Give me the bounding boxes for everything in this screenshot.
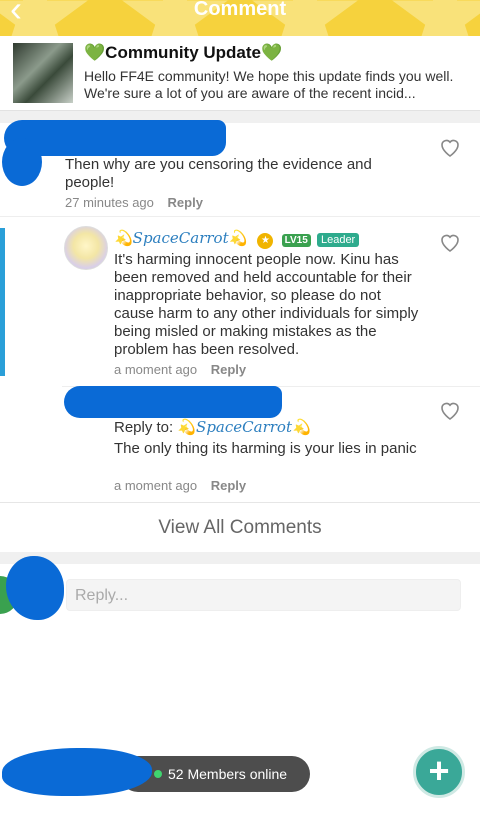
- reply-to-line: Reply to: 💫SpaceCarrot💫: [114, 418, 311, 436]
- crown-icon: ★: [257, 233, 274, 249]
- reply-input[interactable]: Reply...: [66, 579, 461, 611]
- redacted-username: [64, 386, 282, 418]
- top-bar: ‹ Comment: [0, 0, 480, 36]
- comment-meta: a moment ago Reply: [114, 362, 246, 377]
- comment-time: a moment ago: [114, 362, 198, 377]
- reply-button[interactable]: Reply: [168, 195, 203, 210]
- post-title: 💚Community Update💚: [84, 43, 283, 62]
- post-thumbnail[interactable]: [13, 43, 73, 103]
- redacted-avatar: [2, 138, 42, 186]
- comment-text: It's harming innocent people now. Kinu h…: [114, 251, 419, 358]
- comment-meta: a moment ago Reply: [114, 478, 246, 493]
- comment-text: Then why are you censoring the evidence …: [65, 156, 372, 191]
- redacted-avatar: [6, 556, 64, 620]
- post-summary[interactable]: 💚Community Update💚 Hello FF4E community!…: [0, 36, 480, 110]
- create-post-button[interactable]: +: [413, 746, 465, 798]
- reply-to-username[interactable]: 💫SpaceCarrot💫: [177, 418, 310, 436]
- post-excerpt: Hello FF4E community! We hope this updat…: [84, 68, 454, 101]
- plus-icon[interactable]: +: [416, 749, 462, 795]
- thread-accent-bar: [0, 228, 5, 376]
- comment-time: 27 minutes ago: [65, 195, 154, 210]
- divider: [0, 216, 480, 217]
- reply-to-label: Reply to:: [114, 419, 174, 436]
- heart-icon[interactable]: [438, 398, 462, 422]
- section-divider: [0, 552, 480, 564]
- comment-time: a moment ago: [114, 478, 198, 493]
- online-status-icon: [154, 770, 162, 778]
- redacted-avatars: [2, 748, 152, 796]
- leader-badge: Leader: [316, 233, 360, 247]
- level-badge: LV15: [281, 234, 311, 247]
- members-online-text: 52 Members online: [168, 766, 288, 782]
- comment-meta: 27 minutes ago Reply: [65, 195, 203, 210]
- comment-text: The only thing its harming is your lies …: [114, 440, 417, 457]
- reply-button[interactable]: Reply: [211, 478, 246, 493]
- reply-button[interactable]: Reply: [211, 362, 246, 377]
- username[interactable]: 💫SpaceCarrot💫: [114, 229, 247, 247]
- page-title: Comment: [193, 0, 287, 20]
- comment-header: 💫SpaceCarrot💫 ★ LV15 Leader: [114, 229, 360, 249]
- heart-icon[interactable]: [438, 230, 462, 254]
- heart-icon[interactable]: [438, 135, 462, 159]
- view-all-comments-button[interactable]: View All Comments: [0, 502, 480, 553]
- avatar[interactable]: [64, 226, 108, 270]
